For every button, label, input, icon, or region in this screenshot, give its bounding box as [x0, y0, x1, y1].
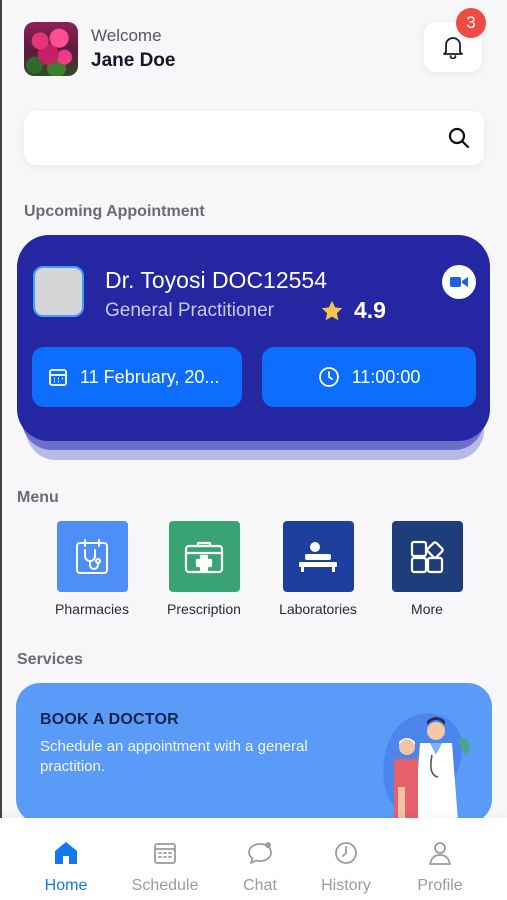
menu-label: More: [411, 601, 443, 617]
doctor-specialty: General Practitioner: [105, 300, 274, 321]
medical-kit-icon: [168, 521, 240, 592]
bell-icon: [443, 37, 463, 59]
rating-value: 4.9: [354, 297, 386, 323]
appointment-time-text: 11:00:00: [351, 366, 421, 387]
menu-laboratories[interactable]: Laboratories: [263, 521, 373, 617]
nav-chat[interactable]: Chat: [215, 840, 305, 895]
calendar-icon: [154, 843, 176, 864]
nav-label: History: [321, 877, 371, 894]
calendar-icon: [49, 369, 67, 386]
nav-label: Chat: [243, 877, 277, 894]
services-title: Services: [17, 651, 83, 668]
menu-label: Laboratories: [279, 601, 357, 617]
search-bar: [24, 111, 484, 165]
menu-prescription[interactable]: Prescription: [149, 521, 259, 617]
video-call-button[interactable]: [442, 265, 476, 299]
clock-history-icon: [335, 842, 357, 864]
welcome-text: Welcome: [91, 26, 162, 45]
menu-title: Menu: [17, 489, 59, 506]
appointment-date[interactable]: 11 February, 20...: [32, 347, 242, 407]
search-icon[interactable]: [448, 127, 470, 149]
window-edge: [0, 0, 2, 900]
notification-badge: 3: [456, 8, 486, 38]
header: Welcome Jane Doe 3: [24, 8, 486, 78]
nav-home[interactable]: Home: [21, 840, 111, 895]
menu-label: Pharmacies: [55, 601, 129, 617]
book-doctor-banner[interactable]: BOOK A DOCTOR Schedule an appointment wi…: [16, 683, 492, 823]
doctor-name: Dr. Toyosi DOC12554: [105, 267, 328, 293]
appointment-date-text: 11 February, 20...: [80, 366, 220, 387]
chat-icon: [248, 842, 272, 864]
search-input[interactable]: [40, 111, 430, 165]
avatar[interactable]: [24, 22, 78, 76]
user-icon: [428, 842, 452, 865]
nav-schedule[interactable]: Schedule: [120, 840, 210, 895]
lab-bed-icon: [282, 521, 354, 592]
video-camera-icon: [450, 277, 468, 287]
nav-label: Home: [44, 877, 88, 894]
stethoscope-clipboard-icon: [56, 521, 128, 592]
menu-more[interactable]: More: [372, 521, 482, 617]
nav-label: Schedule: [131, 877, 199, 894]
home-icon: [55, 842, 77, 864]
appointment-card[interactable]: Dr. Toyosi DOC12554 General Practitioner…: [17, 235, 490, 441]
banner-text: Schedule an appointment with a general p…: [40, 738, 308, 775]
menu-label: Prescription: [167, 601, 241, 617]
appointment-time[interactable]: 11:00:00: [262, 347, 476, 407]
grid-more-icon: [391, 521, 463, 592]
notifications-button[interactable]: 3: [424, 8, 486, 72]
doctor-patient-illustration: [383, 713, 470, 821]
nav-label: Profile: [417, 877, 463, 894]
nav-history[interactable]: History: [301, 840, 391, 895]
clock-icon: [318, 367, 339, 387]
banner-title: BOOK A DOCTOR: [40, 711, 179, 728]
user-name: Jane Doe: [91, 50, 176, 71]
star-icon: [321, 300, 343, 320]
doctor-rating: 4.9: [320, 297, 386, 324]
nav-profile[interactable]: Profile: [395, 840, 485, 895]
upcoming-appointment-title: Upcoming Appointment: [24, 203, 205, 220]
doctor-photo: [33, 266, 84, 317]
bottom-navigation: Home Schedule Chat History Profile: [0, 818, 507, 900]
menu-pharmacies[interactable]: Pharmacies: [37, 521, 147, 617]
